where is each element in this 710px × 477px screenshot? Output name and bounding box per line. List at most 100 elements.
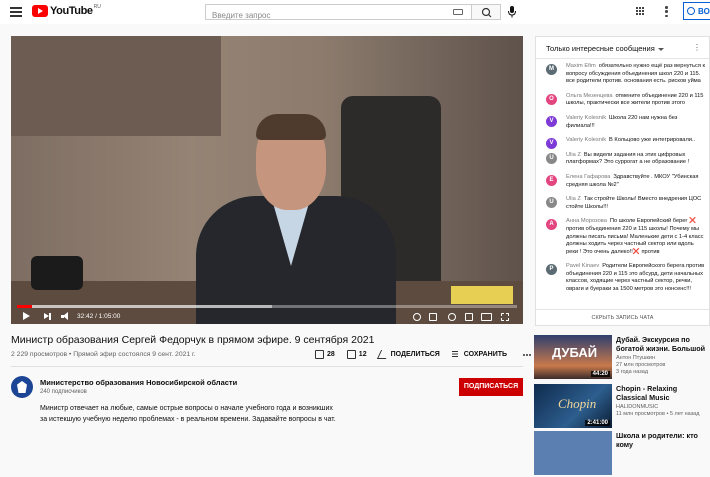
recommendation-stats: 27 млн просмотров xyxy=(616,362,666,368)
recommendation-item[interactable]: Школа и родители: кто кому xyxy=(534,431,710,477)
fullscreen-icon[interactable] xyxy=(501,313,509,321)
thumbs-up-icon xyxy=(315,350,324,359)
search-icon xyxy=(481,7,492,18)
more-icon[interactable]: ⋮ xyxy=(693,43,701,52)
logo-region: RU xyxy=(93,4,101,10)
subscribe-button[interactable]: ПОДПИСАТЬСЯ xyxy=(459,378,523,396)
progress-bar[interactable] xyxy=(17,305,517,308)
video-meta: 2 229 просмотров • Прямой эфир состоялся… xyxy=(11,351,196,358)
chat-avatar: P xyxy=(546,264,557,276)
chat-avatar: V xyxy=(546,115,557,127)
chat-avatar: Е xyxy=(546,174,557,186)
recommendation-title[interactable]: Школа и родители: кто кому xyxy=(616,431,710,449)
search-input[interactable] xyxy=(206,8,446,23)
time-display: 32:42 / 1:05:00 xyxy=(77,313,121,320)
share-label: ПОДЕЛИТЬСЯ xyxy=(390,351,440,358)
chat-message: А Анна Морозова По школе Европейский берег… xyxy=(536,216,709,258)
share-button[interactable]: ПОДЕЛИТЬСЯ xyxy=(376,350,440,359)
like-count: 28 xyxy=(327,351,335,358)
video-title: Министр образования Сергей Федорчук в пр… xyxy=(11,334,375,346)
recommendation-info: Chopin - Relaxing Classical Music HALIDO… xyxy=(616,384,710,418)
chat-message-list[interactable]: M Maxim Efim обязательно нужно ещё раз вер… xyxy=(536,61,709,311)
user-icon xyxy=(687,7,695,15)
duration-badge: 44:20 xyxy=(590,371,610,377)
recommendation-item[interactable]: Chopin 2:41:00 Chopin - Relaxing Classic… xyxy=(534,384,710,430)
chat-message: V Valeriy Kolesnik В Кольцово уже интегрир… xyxy=(536,135,709,150)
microphone-icon[interactable] xyxy=(507,5,517,19)
progress-played xyxy=(17,305,32,308)
top-bar: YouTube RU ВОЙ xyxy=(0,0,710,24)
chat-message: P Pavel Kinaev Родители Европейского берег… xyxy=(536,261,709,295)
sign-in-button[interactable]: ВОЙ xyxy=(683,2,710,20)
save-label: СОХРАНИТЬ xyxy=(463,351,508,358)
miniplayer-icon[interactable] xyxy=(465,313,473,321)
dislike-count: 12 xyxy=(358,351,367,358)
chat-text: Так стройте Школы! Вместо внедрения ЦОС … xyxy=(566,196,702,210)
recommendation-title[interactable]: Chopin - Relaxing Classical Music xyxy=(616,384,710,402)
more-actions-icon[interactable] xyxy=(523,353,532,356)
share-icon xyxy=(376,350,390,359)
divider xyxy=(11,366,523,367)
video-thumbnail[interactable]: Chopin 2:41:00 xyxy=(534,384,612,428)
video-player[interactable]: 32:42 / 1:05:00 xyxy=(11,36,523,324)
video-frame xyxy=(11,36,523,324)
recommendation-info: Школа и родители: кто кому xyxy=(616,431,710,449)
chat-author: Valeriy Kolesnik xyxy=(566,137,607,144)
gear-icon[interactable] xyxy=(448,313,456,321)
thumbnail-caption: Chopin xyxy=(558,396,597,411)
chat-author: Ulia Z xyxy=(566,151,581,158)
recommendation-item[interactable]: ДУБАЙ 44:20 Дубай. Экскурсия по богатой … xyxy=(534,335,710,381)
next-icon[interactable] xyxy=(44,312,54,322)
chat-message: U Ulia Z Вы видели задания на этих цифровы… xyxy=(536,150,709,169)
youtube-logo[interactable]: YouTube RU xyxy=(32,4,101,17)
chat-message: Е Елена Гафарова Здравствуйте . МКОУ "Убин… xyxy=(536,172,709,191)
like-button[interactable]: 28 xyxy=(315,350,335,359)
chat-avatar: А xyxy=(546,219,557,231)
player-controls: 32:42 / 1:05:00 xyxy=(11,310,523,324)
chat-filter-dropdown[interactable]: Только интересные сообщения ⋮ xyxy=(536,37,709,59)
hide-chat-button[interactable]: СКРЫТЬ ЗАПИСЬ ЧАТА xyxy=(536,309,709,325)
theater-mode-icon[interactable] xyxy=(481,313,492,321)
video-thumbnail[interactable] xyxy=(534,431,612,475)
video-description: Министр отвечает на любые, самые острые … xyxy=(40,405,336,423)
settings-more-icon[interactable] xyxy=(665,6,668,17)
chat-message: U Ulia Z Так стройте Школы! Вместо внедрен… xyxy=(536,194,709,213)
youtube-play-icon xyxy=(32,5,48,17)
play-icon[interactable] xyxy=(23,312,30,320)
channel-name[interactable]: Министерство образования Новосибирской о… xyxy=(40,378,237,387)
chat-avatar: U xyxy=(546,197,557,209)
keyboard-icon[interactable] xyxy=(453,9,463,15)
chat-avatar: M xyxy=(546,64,557,75)
apps-grid-icon[interactable] xyxy=(636,7,645,16)
volume-icon[interactable] xyxy=(61,312,71,322)
live-chat-replay: Только интересные сообщения ⋮ M Maxim Efi… xyxy=(535,36,710,326)
action-bar: 28 12 ПОДЕЛИТЬСЯ СОХРАНИТЬ xyxy=(315,350,532,359)
recommendation-age: 3 года назад xyxy=(616,369,649,375)
chat-author: Maxim Efim xyxy=(566,63,596,69)
search-button[interactable] xyxy=(471,4,501,20)
hamburger-menu-icon[interactable] xyxy=(10,7,22,17)
recommendation-channel: Антон Птушкин xyxy=(616,355,655,361)
thumbs-down-icon xyxy=(346,350,356,359)
search-box xyxy=(205,4,472,23)
chat-author: Ulia Z xyxy=(566,196,581,203)
chat-message: V Valeriy Kolesnik Школа 220 нам нужна без… xyxy=(536,113,709,132)
chat-author: Valeriy Kolesnik xyxy=(566,114,607,121)
chat-message: О Ольга Мезенцева отмените объединение 220… xyxy=(536,91,709,110)
playlist-add-icon xyxy=(451,350,461,359)
chat-filter-label: Только интересные сообщения xyxy=(546,44,655,53)
sign-in-label: ВОЙ xyxy=(698,7,710,16)
subtitles-icon[interactable] xyxy=(429,313,437,321)
recommendation-info: Дубай. Экскурсия по богатой жизни. Больш… xyxy=(616,335,710,376)
save-button[interactable]: СОХРАНИТЬ xyxy=(451,350,508,359)
dislike-button[interactable]: 12 xyxy=(346,350,367,359)
chat-author: Pavel Kinaev xyxy=(566,263,600,270)
logo-text: YouTube xyxy=(50,5,93,17)
channel-avatar[interactable] xyxy=(11,376,33,398)
duration-badge: 2:41:00 xyxy=(585,420,610,426)
recommendation-title[interactable]: Дубай. Экскурсия по богатой жизни. Больш… xyxy=(616,335,710,353)
video-thumbnail[interactable]: ДУБАЙ 44:20 xyxy=(534,335,612,379)
recommendation-stats: 11 млн просмотров • 5 лет назад xyxy=(616,411,700,417)
chat-text: Вы видели задания на этих цифровых платф… xyxy=(566,151,690,166)
autoplay-toggle-icon[interactable] xyxy=(413,313,421,321)
